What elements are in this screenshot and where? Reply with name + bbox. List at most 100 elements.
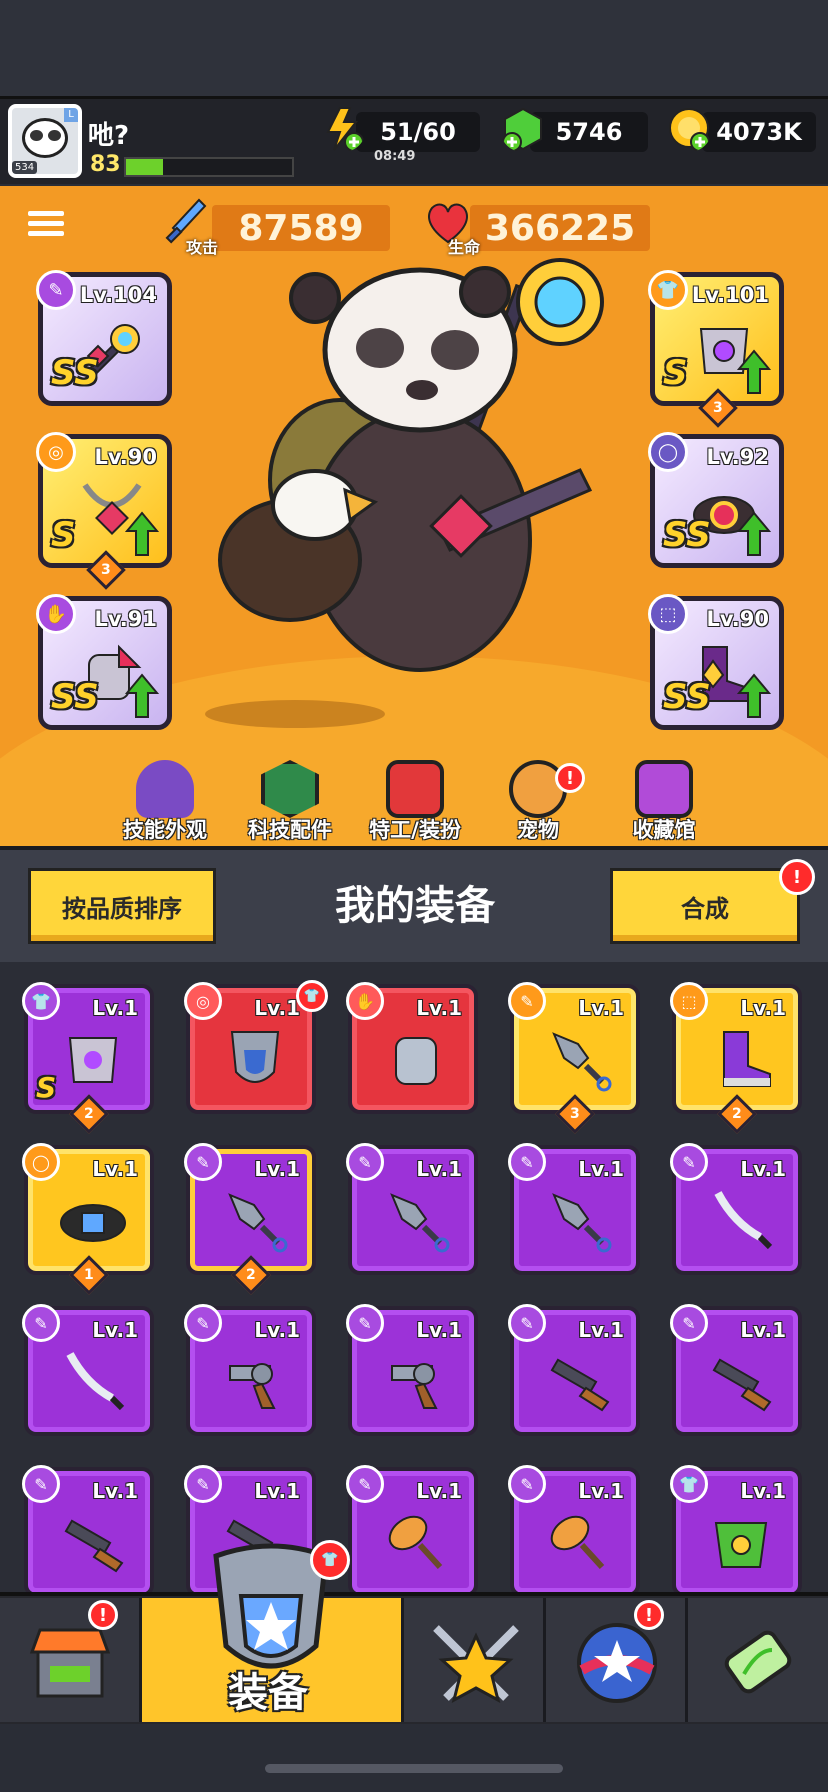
armor-icon <box>68 1037 118 1083</box>
equip-level: Lv.104 <box>79 283 157 307</box>
item-level: Lv.1 <box>416 996 462 1020</box>
gauntlet-icon <box>395 1037 437 1085</box>
feature-skill-skin[interactable]: 技能外观 <box>105 760 225 844</box>
upgrade-arrow-icon <box>737 673 771 718</box>
events-alert-badge: ! <box>634 1600 664 1630</box>
star-orb-icon <box>577 1623 657 1703</box>
gloves-type-icon: ✋ <box>36 594 76 634</box>
item-level: Lv.1 <box>578 1479 624 1503</box>
feature-label: 特工/装扮 <box>369 818 461 842</box>
revolver-icon <box>229 1363 276 1409</box>
nav-battle[interactable] <box>404 1598 546 1722</box>
menu-list-icon[interactable] <box>28 206 64 240</box>
avatar-eye-right <box>48 130 61 141</box>
upgrade-arrow-icon <box>125 673 159 718</box>
shotgun-icon <box>550 1358 610 1412</box>
item-level: Lv.1 <box>578 1157 624 1181</box>
inventory-title: 我的装备 <box>335 883 495 929</box>
item-level: Lv.1 <box>254 996 300 1020</box>
player-level: 83 <box>90 152 121 177</box>
green-gem-icon[interactable] <box>500 106 546 152</box>
hexagon-chip-icon <box>261 760 319 818</box>
feature-tech-parts[interactable]: 科技配件 <box>230 760 350 844</box>
item-level: Lv.1 <box>740 1318 786 1342</box>
gold-coin-icon[interactable] <box>666 106 712 152</box>
item-type-icon: ✎ <box>346 1465 384 1503</box>
xp-fill <box>126 159 163 175</box>
new-item-badge: 👕 <box>296 980 328 1012</box>
shop-stall-icon <box>29 1628 111 1698</box>
merge-alert-badge: ! <box>779 859 815 895</box>
item-type-icon: ✎ <box>184 1304 222 1342</box>
item-level: Lv.1 <box>740 1479 786 1503</box>
shop-alert-badge: ! <box>88 1600 118 1630</box>
item-level: Lv.1 <box>92 996 138 1020</box>
nav-shop[interactable] <box>0 1598 142 1722</box>
character-shadow <box>205 700 385 728</box>
item-type-icon: ✎ <box>508 982 546 1020</box>
upgrade-arrow-icon <box>737 511 771 556</box>
home-indicator[interactable] <box>265 1764 563 1773</box>
item-type-icon: ✎ <box>670 1143 708 1181</box>
pets-alert-badge: ! <box>555 763 585 793</box>
item-type-icon: ✎ <box>22 1304 60 1342</box>
item-type-icon: ✎ <box>184 1143 222 1181</box>
player-avatar[interactable]: L 534 <box>8 104 82 178</box>
weapon-type-icon: ✎ <box>36 270 76 310</box>
shotgun-icon <box>712 1358 772 1412</box>
equip-level: Lv.91 <box>94 607 157 631</box>
avatar-badge: L <box>64 108 78 122</box>
item-type-icon: ✎ <box>184 1465 222 1503</box>
kunai-icon <box>228 1193 288 1253</box>
kunai-icon <box>552 1193 612 1253</box>
merge-button[interactable]: 合成 <box>610 868 800 944</box>
katana-icon <box>66 1352 125 1411</box>
status-bar <box>0 0 828 96</box>
item-level: Lv.1 <box>740 996 786 1020</box>
player-name: 吔? <box>88 121 130 151</box>
nav-dna-lab[interactable] <box>688 1598 828 1722</box>
item-level: Lv.1 <box>254 1318 300 1342</box>
equip-level: Lv.101 <box>691 283 769 307</box>
item-type-icon: ✎ <box>670 1304 708 1342</box>
item-type-icon: ✎ <box>508 1304 546 1342</box>
katana-icon <box>714 1191 773 1250</box>
feature-collection[interactable]: 收藏馆 <box>604 760 724 844</box>
torch-icon <box>550 1515 605 1570</box>
item-level: Lv.1 <box>740 1157 786 1181</box>
shotgun-icon <box>64 1519 124 1573</box>
upgrade-arrow-icon <box>737 349 771 394</box>
item-type-icon: ◎ <box>184 982 222 1020</box>
equip-level: Lv.90 <box>706 607 769 631</box>
avatar-eye-left <box>30 130 43 141</box>
item-type-icon: ◯ <box>22 1143 60 1181</box>
kunai-icon <box>390 1193 450 1253</box>
feature-label: 科技配件 <box>248 818 332 842</box>
energy-counter: 51/60 <box>356 112 480 152</box>
equip-grade: SS <box>663 515 711 555</box>
item-type-icon: ⬚ <box>670 982 708 1020</box>
nav-events[interactable] <box>546 1598 688 1722</box>
gem-counter: 5746 <box>530 112 648 152</box>
item-type-icon: 👕 <box>670 1465 708 1503</box>
torch-icon <box>388 1515 443 1570</box>
item-level: Lv.1 <box>416 1479 462 1503</box>
item-type-icon: ✎ <box>346 1143 384 1181</box>
item-level: Lv.1 <box>254 1157 300 1181</box>
player-rank: 534 <box>12 161 38 174</box>
equip-grade: S <box>51 515 76 555</box>
feature-agent-outfit[interactable]: 特工/装扮 <box>355 760 475 844</box>
item-level: Lv.1 <box>416 1157 462 1181</box>
panda-face-icon <box>22 118 68 158</box>
item-type-icon: ✎ <box>508 1143 546 1181</box>
sort-by-quality-button[interactable]: 按品质排序 <box>28 868 216 944</box>
item-level: Lv.1 <box>578 996 624 1020</box>
equip-grade: SS <box>51 677 99 717</box>
green-armor-icon <box>714 1522 768 1568</box>
boots-type-icon: ⬚ <box>648 594 688 634</box>
lightning-icon[interactable] <box>320 106 366 152</box>
energy-timer: 08:49 <box>374 149 416 164</box>
equip-grade: SS <box>51 353 99 393</box>
belt-type-icon: ◯ <box>648 432 688 472</box>
belt-icon <box>60 1204 126 1242</box>
